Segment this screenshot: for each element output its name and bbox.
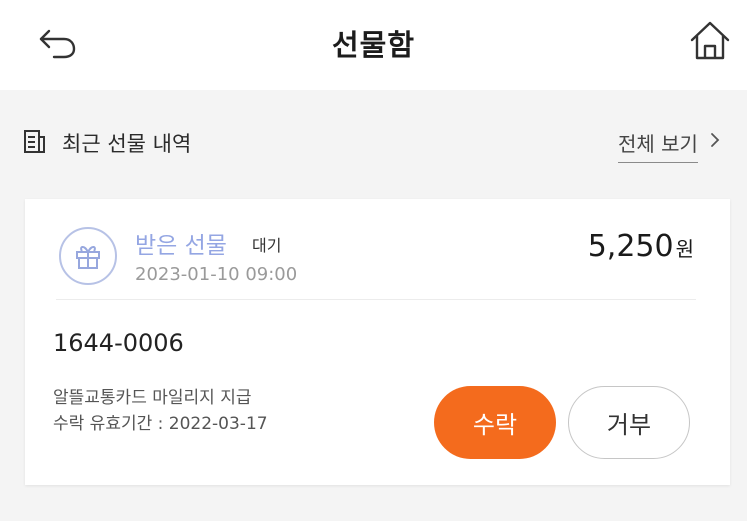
gift-type-label: 받은 선물 <box>135 233 227 259</box>
sender-number: 1644-0006 <box>53 329 184 357</box>
list-document-icon <box>24 130 45 153</box>
chevron-right-icon <box>711 133 720 147</box>
accept-button[interactable]: 수락 <box>434 386 556 459</box>
amount-value: 5,250 <box>587 229 674 264</box>
amount-currency: 원 <box>675 237 694 261</box>
acceptance-expiry: 수락 유효기간 : 2022-03-17 <box>53 414 268 434</box>
recent-gift-history-label: 최근 선물 내역 <box>62 132 192 156</box>
gift-description-text: 알뜰교통카드 마일리지 지급 <box>53 388 252 408</box>
gift-icon-badge <box>59 227 117 285</box>
gift-description: 알뜰교통카드 마일리지 지급 수락 유효기간 : 2022-03-17 <box>53 385 268 437</box>
app-header: 선물함 <box>0 0 747 90</box>
view-all-link[interactable]: 전체 보기 <box>618 128 730 163</box>
gift-card: 받은 선물 대기 2023-01-10 09:00 5,250 원 1644-0… <box>25 199 730 485</box>
gift-icon <box>76 246 100 269</box>
gift-amount: 5,250 원 <box>588 229 694 264</box>
reject-button[interactable]: 거부 <box>568 386 690 459</box>
home-button[interactable] <box>686 18 734 64</box>
home-icon <box>690 21 730 60</box>
gift-status-badge: 대기 <box>252 236 282 255</box>
gift-datetime: 2023-01-10 09:00 <box>135 264 298 285</box>
page-title: 선물함 <box>331 28 416 62</box>
view-all-label: 전체 보기 <box>618 128 698 163</box>
card-divider <box>56 299 696 300</box>
